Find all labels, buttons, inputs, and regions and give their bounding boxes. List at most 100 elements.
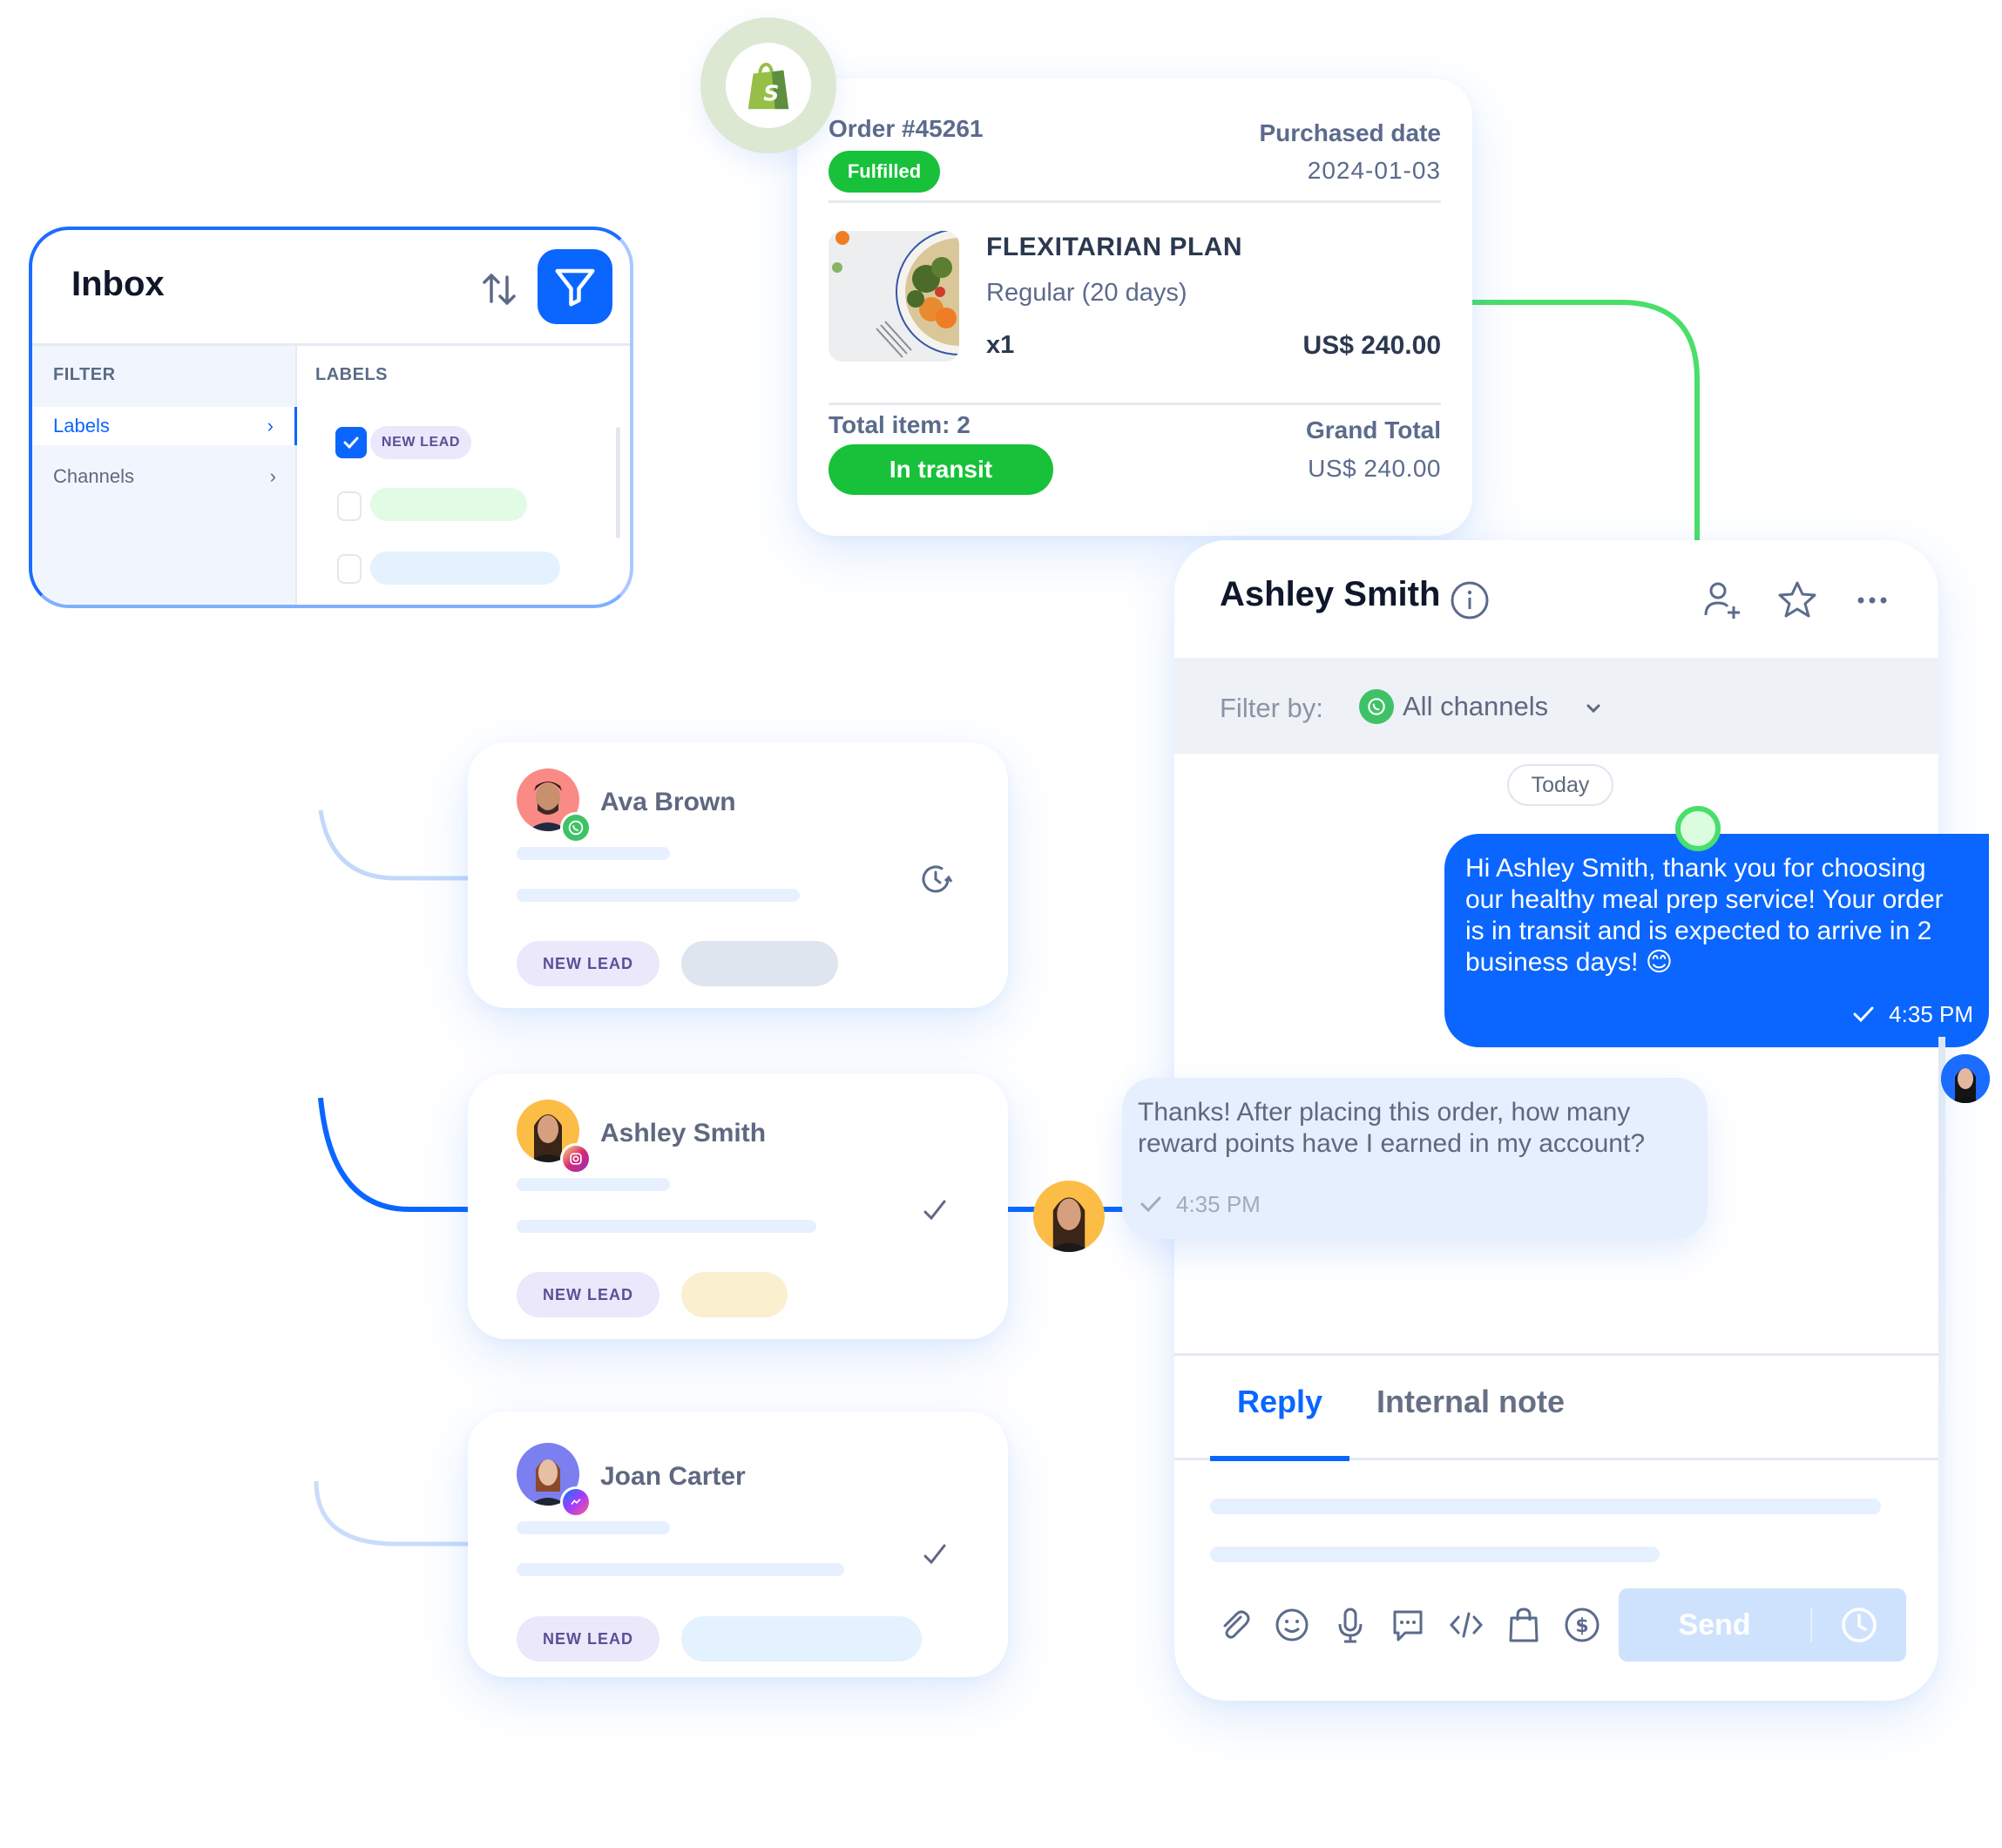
chevron-right-icon: › xyxy=(267,415,274,437)
conversation-card-joan-carter[interactable]: Joan Carter NEW LEAD xyxy=(468,1411,1008,1677)
contact-name: Joan Carter xyxy=(600,1462,746,1491)
chat-contact-name: Ashley Smith xyxy=(1220,575,1441,613)
connector-endpoint xyxy=(1675,806,1721,851)
message-text: Hi Ashley Smith, thank you for choosing … xyxy=(1465,854,1944,977)
message-time: 4:35 PM xyxy=(1176,1191,1261,1217)
attachment-icon[interactable] xyxy=(1214,1605,1255,1645)
customer-avatar xyxy=(1033,1181,1105,1252)
branch-ashley xyxy=(318,1097,470,1212)
panel-edge xyxy=(1938,1037,1945,1577)
send-label: Send xyxy=(1678,1608,1751,1642)
instagram-icon xyxy=(560,1143,592,1174)
agent-avatar xyxy=(1941,1054,1990,1103)
quick-reply-icon[interactable] xyxy=(1388,1605,1428,1645)
assign-user-icon[interactable] xyxy=(1699,577,1746,624)
purchased-date-value: 2024-01-03 xyxy=(1307,157,1441,184)
conversation-card-ashley-smith[interactable]: Ashley Smith NEW LEAD xyxy=(468,1073,1008,1339)
messenger-icon xyxy=(560,1486,592,1518)
label-placeholder-green xyxy=(370,488,527,521)
more-icon[interactable] xyxy=(1849,577,1896,624)
product-price: US$ 240.00 xyxy=(1302,331,1441,360)
payment-icon[interactable]: $ xyxy=(1562,1605,1602,1645)
shopify-icon: S xyxy=(747,63,789,110)
filter-button[interactable] xyxy=(538,249,612,324)
product-quantity: x1 xyxy=(986,331,1015,359)
tab-internal-note[interactable]: Internal note xyxy=(1376,1384,1565,1420)
label-checkbox-2[interactable] xyxy=(337,491,362,521)
clock-icon xyxy=(1842,1608,1877,1642)
inbox-title: Inbox xyxy=(71,265,165,303)
filter-item-channels[interactable]: Channels › xyxy=(32,457,297,496)
sort-arrows-icon[interactable] xyxy=(477,267,522,312)
contact-name: Ashley Smith xyxy=(600,1119,767,1147)
send-button[interactable]: Send xyxy=(1619,1588,1906,1662)
channel-select[interactable]: All channels xyxy=(1403,691,1548,722)
snooze-clock-icon xyxy=(916,860,955,898)
grand-total-label: Grand Total xyxy=(1305,416,1441,443)
microphone-icon[interactable] xyxy=(1330,1605,1370,1645)
preview-placeholder xyxy=(517,1521,670,1534)
label-placeholder-blue xyxy=(370,552,560,585)
chevron-right-icon: › xyxy=(269,465,276,487)
total-items: Total item: 2 xyxy=(829,411,971,438)
label-placeholder xyxy=(681,1616,922,1662)
chevron-down-icon[interactable] xyxy=(1582,697,1605,720)
order-divider xyxy=(829,200,1441,203)
label-new-lead: NEW LEAD xyxy=(517,1616,659,1662)
product-variant: Regular (20 days) xyxy=(986,279,1187,307)
label-placeholder xyxy=(681,941,838,986)
funnel-icon xyxy=(555,268,595,307)
preview-placeholder xyxy=(517,889,800,902)
label-new-lead: NEW LEAD xyxy=(370,426,471,459)
check-icon xyxy=(916,1535,955,1574)
schedule-send-button[interactable] xyxy=(1812,1605,1906,1645)
label-checkbox-3[interactable] xyxy=(337,554,362,584)
star-icon[interactable] xyxy=(1774,577,1821,624)
info-icon[interactable] xyxy=(1449,579,1491,621)
filter-by-label: Filter by: xyxy=(1220,693,1323,723)
fulfillment-badge: Fulfilled xyxy=(829,151,940,193)
preview-placeholder xyxy=(517,1178,670,1191)
emoji-icon[interactable] xyxy=(1272,1605,1312,1645)
outgoing-message: Hi Ashley Smith, thank you for choosing … xyxy=(1444,834,1989,1047)
labels-scrollbar[interactable] xyxy=(616,427,620,538)
label-placeholder xyxy=(681,1272,788,1317)
message-meta: 4:35 PM xyxy=(1850,998,1973,1030)
incoming-message: Thanks! After placing this order, how ma… xyxy=(1122,1078,1708,1239)
filter-item-label: Channels xyxy=(53,465,134,487)
reply-input-placeholder[interactable] xyxy=(1210,1547,1660,1562)
label-checkbox-new-lead[interactable] xyxy=(335,427,367,458)
message-time: 4:35 PM xyxy=(1889,1001,1973,1027)
grand-total-value: US$ 240.00 xyxy=(1308,455,1441,482)
contact-name: Ava Brown xyxy=(600,788,736,816)
shopping-bag-icon[interactable] xyxy=(1504,1605,1544,1645)
inbox-panel: Inbox FILTER Labels › Channels › LABELS … xyxy=(29,227,633,608)
check-icon xyxy=(916,1191,955,1229)
whatsapp-icon xyxy=(1359,689,1394,724)
check-icon xyxy=(1140,1196,1161,1213)
filter-header: FILTER xyxy=(53,365,116,384)
shipping-status-badge: In transit xyxy=(829,444,1053,495)
tab-reply[interactable]: Reply xyxy=(1237,1384,1322,1420)
whatsapp-icon xyxy=(560,812,592,843)
product-image xyxy=(829,231,959,362)
order-card: Order #45261 Fulfilled Purchased date 20… xyxy=(797,78,1472,536)
active-tab-indicator xyxy=(1210,1456,1349,1461)
product-name: FLEXITARIAN PLAN xyxy=(986,233,1243,261)
label-new-lead: NEW LEAD xyxy=(517,941,659,986)
preview-placeholder xyxy=(517,1220,816,1233)
conversation-card-ava-brown[interactable]: Ava Brown NEW LEAD xyxy=(468,742,1008,1008)
preview-placeholder xyxy=(517,847,670,860)
check-icon xyxy=(343,437,359,450)
message-meta: 4:35 PM xyxy=(1138,1188,1261,1220)
filter-item-label: Labels xyxy=(53,415,110,437)
reply-input-placeholder[interactable] xyxy=(1210,1499,1881,1514)
filter-item-labels[interactable]: Labels › xyxy=(32,407,297,445)
purchased-date-label: Purchased date xyxy=(1259,119,1441,146)
date-divider: Today xyxy=(1507,764,1613,806)
svg-text:$: $ xyxy=(1575,1615,1588,1637)
svg-text:S: S xyxy=(763,80,779,105)
code-icon[interactable] xyxy=(1446,1605,1486,1645)
branch-ava xyxy=(318,809,470,881)
message-text: Thanks! After placing this order, how ma… xyxy=(1138,1098,1645,1158)
